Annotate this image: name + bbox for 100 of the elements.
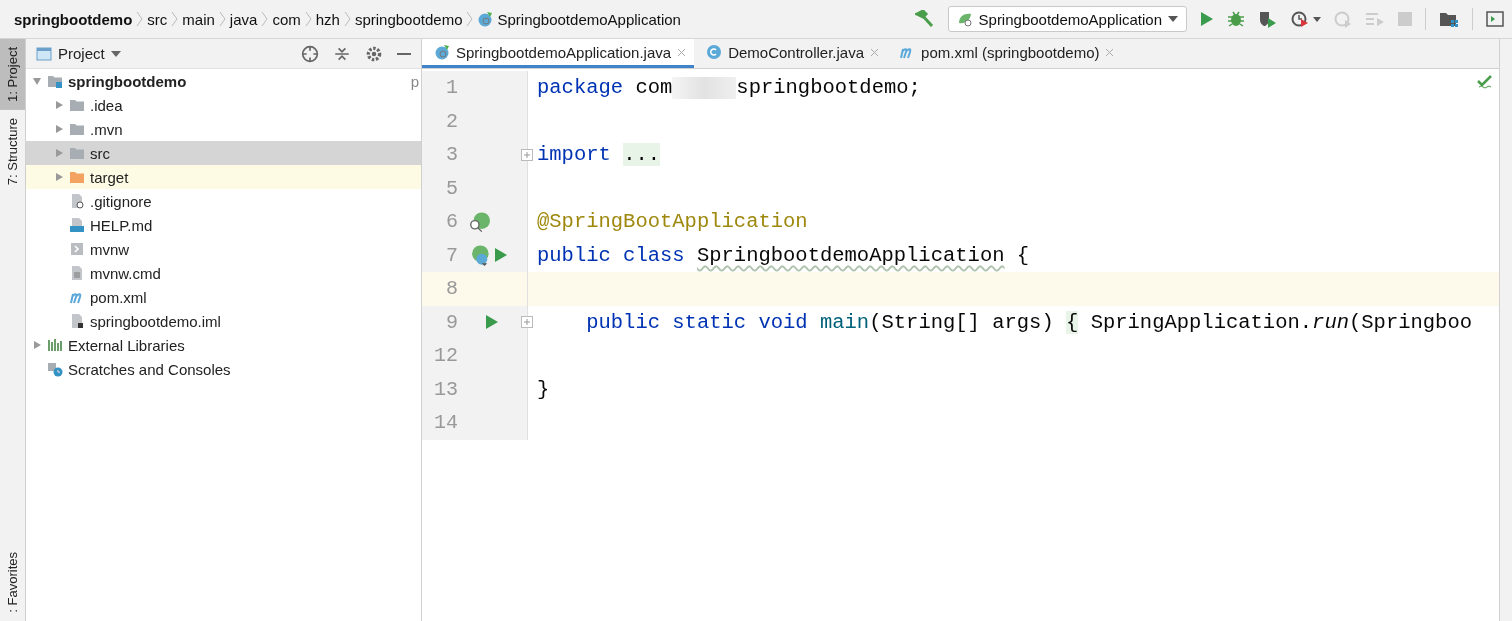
ignored-file-icon bbox=[69, 193, 85, 209]
line-number: 3 bbox=[445, 143, 458, 167]
breadcrumb[interactable]: SpringbootdemoApplication bbox=[497, 10, 681, 28]
code-line: public class SpringbootdemoApplication { bbox=[536, 242, 1030, 269]
tree-row[interactable]: Scratches and Consoles bbox=[26, 357, 421, 381]
code-line: } bbox=[536, 376, 550, 403]
breadcrumb[interactable]: java bbox=[229, 10, 258, 28]
tree-row[interactable]: External Libraries bbox=[26, 333, 421, 357]
spring-class-icon bbox=[434, 44, 450, 60]
separator-icon bbox=[171, 11, 179, 27]
class-icon bbox=[706, 44, 723, 60]
side-tab[interactable]: : Favorites bbox=[0, 544, 25, 621]
folder-icon bbox=[69, 169, 85, 185]
close-icon[interactable] bbox=[870, 47, 880, 57]
tree-item-label: springbootdemo bbox=[68, 72, 187, 90]
module-file-icon bbox=[69, 313, 85, 329]
attach-icon[interactable] bbox=[1334, 10, 1352, 28]
terminal-window-icon[interactable] bbox=[1486, 11, 1504, 27]
breadcrumb[interactable]: main bbox=[182, 10, 215, 28]
breadcrumb[interactable]: com bbox=[272, 10, 301, 28]
side-tab[interactable]: 7: Structure bbox=[0, 109, 25, 194]
tree-row[interactable]: pom.xml bbox=[26, 285, 421, 309]
code-line: public static void main(String[] args) { SpringApplication.run(Springboo bbox=[585, 309, 1472, 336]
tree-row[interactable]: springbootdemo.iml bbox=[26, 309, 421, 333]
line-number: 6 bbox=[445, 210, 458, 234]
caret-icon[interactable] bbox=[110, 50, 121, 57]
expand-arrow-icon[interactable] bbox=[32, 340, 42, 350]
code-line: package com springbootdemo; bbox=[536, 75, 921, 102]
tree-row[interactable]: .mvn bbox=[26, 117, 421, 141]
tree-item-label: .gitignore bbox=[90, 192, 152, 210]
run-icon[interactable] bbox=[494, 247, 508, 264]
code-line: import ... bbox=[536, 142, 661, 169]
expand-arrow-icon[interactable] bbox=[54, 172, 64, 182]
editor-tab[interactable]: DemoController.java bbox=[694, 39, 888, 68]
tree-row[interactable]: mvnw.cmd bbox=[26, 261, 421, 285]
breadcrumb[interactable]: springbootdemo bbox=[354, 10, 463, 28]
folder-icon bbox=[69, 145, 85, 161]
text-file-icon bbox=[69, 265, 85, 281]
line-number: 8 bbox=[445, 277, 458, 301]
line-number: 2 bbox=[445, 109, 458, 133]
line-number: 9 bbox=[445, 310, 458, 334]
tree-row[interactable]: HELP.md bbox=[26, 213, 421, 237]
close-icon[interactable] bbox=[1105, 47, 1115, 57]
coverage-icon[interactable] bbox=[1258, 10, 1278, 28]
line-number: 7 bbox=[445, 243, 458, 267]
fold-icon[interactable] bbox=[521, 316, 533, 329]
path-hint: p bbox=[410, 72, 419, 90]
separator-icon bbox=[343, 11, 351, 27]
tree-row[interactable]: .gitignore bbox=[26, 189, 421, 213]
check-icon bbox=[1477, 75, 1493, 89]
tree-row[interactable]: target bbox=[26, 165, 421, 189]
script-file-icon bbox=[69, 241, 85, 257]
line-number: 14 bbox=[433, 411, 458, 435]
collapse-arrow-icon[interactable] bbox=[32, 76, 42, 86]
separator-icon bbox=[304, 11, 312, 27]
tree-item-label: .mvn bbox=[90, 120, 123, 138]
line-number: 5 bbox=[445, 176, 458, 200]
tree-row[interactable]: springbootdemo p bbox=[26, 69, 421, 93]
leaf-magnifier-icon bbox=[468, 210, 490, 233]
run-icon[interactable] bbox=[485, 314, 499, 331]
tree-item-label: HELP.md bbox=[90, 216, 153, 234]
markdown-file-icon bbox=[69, 217, 85, 233]
folder-grid-icon[interactable] bbox=[1439, 10, 1459, 28]
line-number: 12 bbox=[433, 344, 458, 368]
fold-icon[interactable] bbox=[521, 148, 533, 161]
panel-title[interactable]: Project bbox=[58, 45, 105, 62]
tree-row[interactable]: mvnw bbox=[26, 237, 421, 261]
minimize-icon bbox=[397, 52, 411, 55]
folder-icon bbox=[69, 121, 85, 137]
tree-row[interactable]: .idea bbox=[26, 93, 421, 117]
rerun-list-icon[interactable] bbox=[1365, 11, 1385, 27]
tree-item-label: mvnw bbox=[90, 240, 130, 258]
tree-item-label: External Libraries bbox=[68, 336, 185, 354]
breadcrumb[interactable]: springbootdemo bbox=[14, 10, 133, 28]
editor-tab[interactable]: pom.xml (springbootdemo) bbox=[887, 39, 1123, 68]
line-number: 13 bbox=[433, 377, 458, 401]
spring-leaf-icon bbox=[956, 11, 973, 27]
tree-item-label: springbootdemo.iml bbox=[90, 312, 221, 330]
breadcrumb[interactable]: hzh bbox=[315, 10, 340, 28]
window-icon bbox=[36, 45, 52, 62]
hammer-icon[interactable] bbox=[914, 10, 935, 28]
settings-icon bbox=[365, 44, 383, 63]
spring-class-icon bbox=[477, 11, 494, 27]
run-icon[interactable] bbox=[1200, 11, 1214, 27]
crosshair-icon bbox=[301, 44, 319, 63]
tree-item-label: target bbox=[90, 168, 129, 186]
expand-arrow-icon[interactable] bbox=[54, 100, 64, 110]
side-tab[interactable]: 1: Project bbox=[0, 39, 25, 110]
expand-arrow-icon[interactable] bbox=[54, 148, 64, 158]
close-icon[interactable] bbox=[677, 47, 687, 57]
editor-tab[interactable]: SpringbootdemoApplication.java bbox=[422, 39, 695, 68]
run-configuration-dropdown[interactable]: SpringbootdemoApplication bbox=[947, 6, 1187, 32]
tree-row[interactable]: src bbox=[26, 141, 421, 165]
profiler-icon[interactable] bbox=[1291, 10, 1321, 28]
line-number: 1 bbox=[445, 76, 458, 100]
module-folder-icon bbox=[47, 73, 63, 89]
bug-icon[interactable] bbox=[1227, 10, 1245, 28]
expand-arrow-icon[interactable] bbox=[54, 124, 64, 134]
separator-icon bbox=[261, 11, 269, 27]
breadcrumb[interactable]: src bbox=[147, 10, 168, 28]
